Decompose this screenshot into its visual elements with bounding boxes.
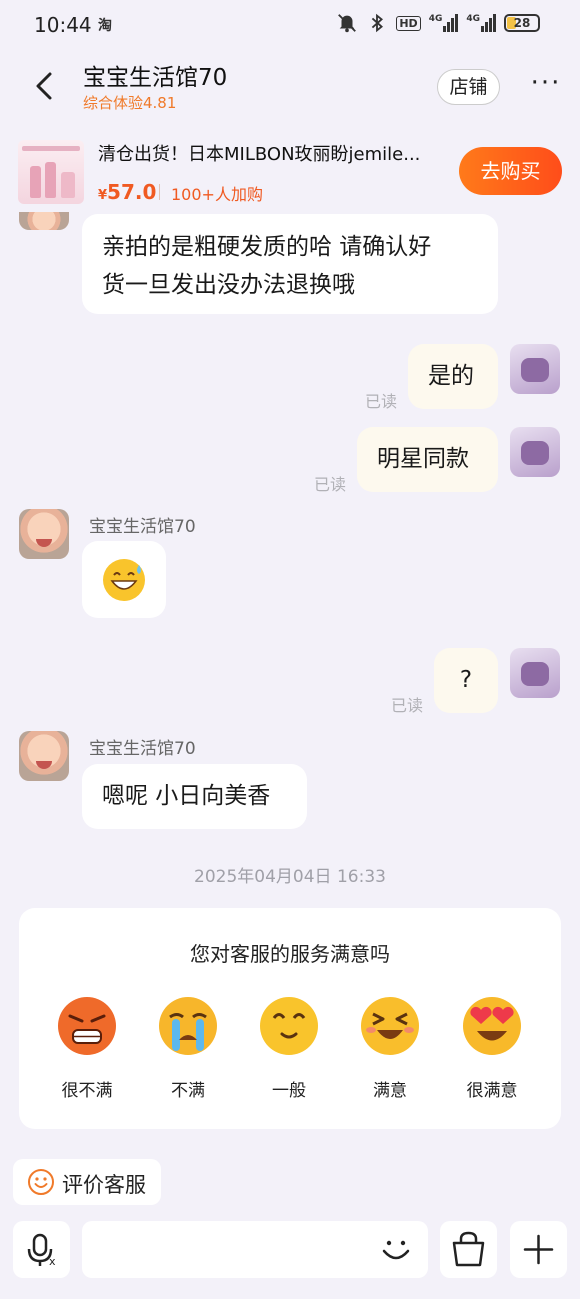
network-type-label: 4G <box>428 14 443 24</box>
grinning-sweat-emoji-icon <box>103 559 145 601</box>
back-arrow-icon[interactable] <box>28 66 64 106</box>
battery-icon: 28 <box>504 14 540 32</box>
message-text: 明星同款 <box>377 446 469 472</box>
product-price: ¥57.0 <box>98 180 156 204</box>
neutral-emoji-icon <box>260 997 318 1055</box>
shopping-bag-icon <box>452 1231 485 1267</box>
rating-label: 不满 <box>171 1081 205 1101</box>
rating-neutral[interactable]: 一般 <box>244 996 334 1101</box>
message-bubble-incoming[interactable]: 亲拍的是粗硬发质的哈 请确认好 货一旦发出没办法退换哦 <box>82 214 498 314</box>
product-card[interactable]: 清仓出货！日本MILBON玫丽盼jemile... ¥57.0 100+人加购 … <box>0 128 580 212</box>
rating-dissatisfied[interactable]: 不满 <box>143 996 233 1101</box>
mute-bell-icon <box>338 14 357 33</box>
user-avatar[interactable] <box>510 344 560 394</box>
satisfaction-survey-card: 您对客服的服务满意吗 很不满 不满 一般 满意 很满意 <box>19 908 561 1129</box>
shop-avatar[interactable] <box>19 212 69 230</box>
message-text: 嗯呢 小日向美香 <box>102 783 271 809</box>
shop-rating: 综合体验4.81 <box>83 94 177 112</box>
product-buyers-count: 100+人加购 <box>171 185 263 204</box>
crying-emoji-icon <box>159 997 217 1055</box>
happy-emoji-icon <box>361 997 419 1055</box>
message-text: ? <box>459 667 473 693</box>
microphone-icon: x <box>27 1233 56 1268</box>
hd-icon: HD <box>396 15 421 31</box>
sender-name: 宝宝生活馆70 <box>89 739 196 759</box>
message-bubble-outgoing[interactable]: ? <box>434 648 498 713</box>
more-actions-button[interactable] <box>510 1221 567 1278</box>
survey-title: 您对客服的服务满意吗 <box>190 942 390 966</box>
message-bubble-incoming[interactable]: 嗯呢 小日向美香 <box>82 764 307 829</box>
rate-service-label: 评价客服 <box>62 1173 146 1197</box>
divider <box>159 184 160 200</box>
user-avatar[interactable] <box>510 648 560 698</box>
rating-satisfied[interactable]: 满意 <box>345 996 435 1101</box>
plus-icon <box>523 1234 554 1265</box>
message-bubble-outgoing[interactable]: 明星同款 <box>357 427 498 492</box>
rating-label: 很满意 <box>466 1081 518 1101</box>
sender-name: 宝宝生活馆70 <box>89 517 196 537</box>
chat-timestamp: 2025年04月04日 16:33 <box>194 867 386 887</box>
rating-label: 满意 <box>373 1081 407 1101</box>
shopping-bag-button[interactable] <box>440 1221 497 1278</box>
input-bar: x <box>0 1221 580 1281</box>
status-bar: 10:44 淘 HD 4G 4G 28 <box>0 0 580 52</box>
rating-very-satisfied[interactable]: 很满意 <box>447 996 537 1101</box>
taobao-notification-icon: 淘 <box>98 18 112 34</box>
heart-eyes-emoji-icon <box>463 997 521 1055</box>
price-currency: ¥ <box>98 188 108 203</box>
angry-emoji-icon <box>58 997 116 1055</box>
rating-label: 很不满 <box>61 1081 113 1101</box>
chat-header: 宝宝生活馆70 综合体验4.81 店铺 ··· <box>0 52 580 124</box>
voice-input-button[interactable]: x <box>13 1221 70 1278</box>
svg-text:x: x <box>49 1255 56 1268</box>
message-text: 亲拍的是粗硬发质的哈 请确认好 <box>102 234 432 260</box>
message-bubble-outgoing[interactable]: 是的 <box>408 344 498 409</box>
message-text: 是的 <box>428 363 474 389</box>
battery-level: 28 <box>513 16 531 30</box>
smiley-icon <box>28 1169 54 1195</box>
product-title: 清仓出货！日本MILBON玫丽盼jemile... <box>98 144 421 165</box>
shop-avatar[interactable] <box>19 731 69 781</box>
read-receipt: 已读 <box>391 696 424 715</box>
network-type-label-2: 4G <box>466 14 480 24</box>
signal-4g-icon-2: 4G <box>466 14 496 32</box>
read-receipt: 已读 <box>365 392 398 411</box>
signal-4g-icon: 4G <box>429 14 459 32</box>
emoji-icon[interactable] <box>376 1229 416 1269</box>
buy-button[interactable]: 去购买 <box>459 147 562 195</box>
price-value: 57.0 <box>107 180 157 204</box>
rating-label: 一般 <box>272 1081 306 1101</box>
status-icons: HD 4G 4G 28 <box>336 12 540 34</box>
rating-very-dissatisfied[interactable]: 很不满 <box>42 996 132 1101</box>
rate-service-button[interactable]: 评价客服 <box>13 1159 161 1205</box>
bluetooth-icon <box>372 13 384 33</box>
shop-name[interactable]: 宝宝生活馆70 <box>83 58 227 92</box>
product-thumbnail <box>18 140 84 204</box>
store-button[interactable]: 店铺 <box>437 69 500 105</box>
status-time: 10:44 <box>34 13 92 37</box>
message-text: 货一旦发出没办法退换哦 <box>102 272 355 298</box>
user-avatar[interactable] <box>510 427 560 477</box>
more-options-icon[interactable]: ··· <box>528 70 564 102</box>
read-receipt: 已读 <box>314 475 347 494</box>
message-bubble-incoming[interactable] <box>82 541 166 618</box>
shop-avatar[interactable] <box>19 509 69 559</box>
